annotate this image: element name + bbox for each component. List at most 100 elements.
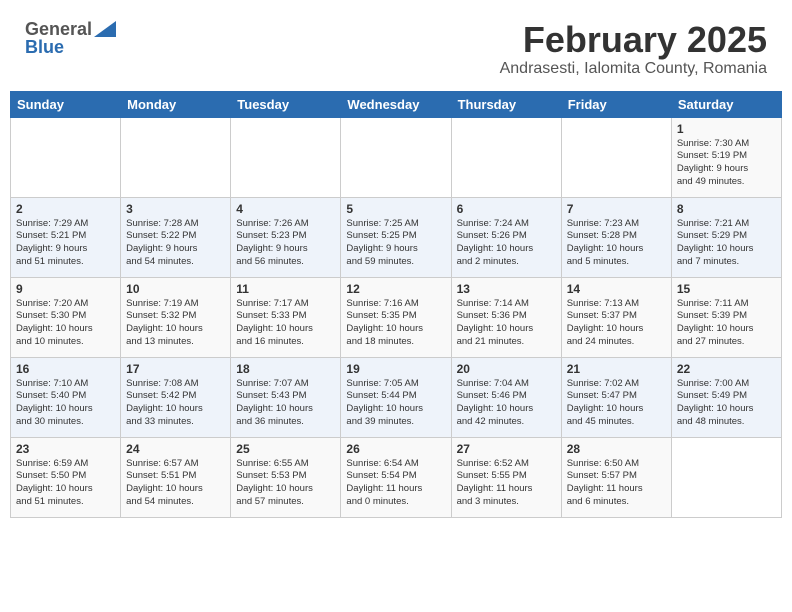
day-number: 4 (236, 202, 335, 216)
calendar-cell: 12 Sunrise: 7:16 AM Sunset: 5:35 PM Dayli… (341, 277, 451, 357)
day-info: Sunrise: 7:04 AM Sunset: 5:46 PM Dayligh… (457, 378, 556, 429)
weekday-header-sunday: Sunday (11, 91, 121, 117)
day-number: 12 (346, 282, 445, 296)
day-number: 17 (126, 362, 225, 376)
calendar-cell: 8 Sunrise: 7:21 AM Sunset: 5:29 PM Daylig… (671, 197, 781, 277)
calendar-cell: 22 Sunrise: 7:00 AM Sunset: 5:49 PM Dayli… (671, 357, 781, 437)
calendar-cell (561, 117, 671, 197)
day-number: 23 (16, 442, 115, 456)
calendar-cell: 5 Sunrise: 7:25 AM Sunset: 5:25 PM Daylig… (341, 197, 451, 277)
calendar-cell: 11 Sunrise: 7:17 AM Sunset: 5:33 PM Dayli… (231, 277, 341, 357)
calendar-cell: 19Sunrise: 7:05 AM Sunset: 5:44 PM Dayli… (341, 357, 451, 437)
logo: General Blue (25, 20, 116, 56)
day-number: 18 (236, 362, 335, 376)
calendar-cell: 4 Sunrise: 7:26 AM Sunset: 5:23 PM Daylig… (231, 197, 341, 277)
day-number: 27 (457, 442, 556, 456)
day-info: Sunrise: 7:13 AM Sunset: 5:37 PM Dayligh… (567, 298, 666, 349)
day-info: Sunrise: 6:52 AM Sunset: 5:55 PM Dayligh… (457, 458, 556, 509)
day-number: 6 (457, 202, 556, 216)
day-info: Sunrise: 7:00 AM Sunset: 5:49 PM Dayligh… (677, 378, 776, 429)
day-number: 2 (16, 202, 115, 216)
day-info: Sunrise: 7:23 AM Sunset: 5:28 PM Dayligh… (567, 218, 666, 269)
day-info: Sunrise: 6:59 AM Sunset: 5:50 PM Dayligh… (16, 458, 115, 509)
day-info: Sunrise: 7:07 AM Sunset: 5:43 PM Dayligh… (236, 378, 335, 429)
day-number: 11 (236, 282, 335, 296)
weekday-header-saturday: Saturday (671, 91, 781, 117)
day-info: Sunrise: 7:14 AM Sunset: 5:36 PM Dayligh… (457, 298, 556, 349)
weekday-header-tuesday: Tuesday (231, 91, 341, 117)
calendar-cell: 9 Sunrise: 7:20 AM Sunset: 5:30 PM Daylig… (11, 277, 121, 357)
calendar-table: SundayMondayTuesdayWednesdayThursdayFrid… (10, 91, 782, 518)
calendar-cell: 25 Sunrise: 6:55 AM Sunset: 5:53 PM Dayli… (231, 437, 341, 517)
calendar-cell (341, 117, 451, 197)
day-info: Sunrise: 7:21 AM Sunset: 5:29 PM Dayligh… (677, 218, 776, 269)
calendar-cell: 17Sunrise: 7:08 AM Sunset: 5:42 PM Dayli… (121, 357, 231, 437)
day-info: Sunrise: 7:11 AM Sunset: 5:39 PM Dayligh… (677, 298, 776, 349)
day-number: 21 (567, 362, 666, 376)
calendar-cell: 1 Sunrise: 7:30 AM Sunset: 5:19 PM Daylig… (671, 117, 781, 197)
calendar-cell: 14 Sunrise: 7:13 AM Sunset: 5:37 PM Dayli… (561, 277, 671, 357)
day-info: Sunrise: 7:29 AM Sunset: 5:21 PM Dayligh… (16, 218, 115, 269)
day-number: 26 (346, 442, 445, 456)
calendar-cell (451, 117, 561, 197)
calendar-cell (671, 437, 781, 517)
location: Andrasesti, Ialomita County, Romania (500, 60, 767, 78)
day-number: 10 (126, 282, 225, 296)
weekday-header-friday: Friday (561, 91, 671, 117)
calendar-week-4: 16Sunrise: 7:10 AM Sunset: 5:40 PM Dayli… (11, 357, 782, 437)
title-area: February 2025 Andrasesti, Ialomita Count… (500, 20, 767, 78)
calendar-cell: 7 Sunrise: 7:23 AM Sunset: 5:28 PM Daylig… (561, 197, 671, 277)
page-header: General Blue February 2025 Andrasesti, I… (10, 10, 782, 83)
day-number: 8 (677, 202, 776, 216)
calendar-week-1: 1 Sunrise: 7:30 AM Sunset: 5:19 PM Daylig… (11, 117, 782, 197)
day-number: 14 (567, 282, 666, 296)
calendar-cell: 20Sunrise: 7:04 AM Sunset: 5:46 PM Dayli… (451, 357, 561, 437)
day-info: Sunrise: 7:05 AM Sunset: 5:44 PM Dayligh… (346, 378, 445, 429)
calendar-cell: 23 Sunrise: 6:59 AM Sunset: 5:50 PM Dayli… (11, 437, 121, 517)
calendar-cell: 26Sunrise: 6:54 AM Sunset: 5:54 PM Dayli… (341, 437, 451, 517)
day-number: 5 (346, 202, 445, 216)
day-number: 25 (236, 442, 335, 456)
calendar-week-5: 23 Sunrise: 6:59 AM Sunset: 5:50 PM Dayli… (11, 437, 782, 517)
day-info: Sunrise: 7:26 AM Sunset: 5:23 PM Dayligh… (236, 218, 335, 269)
day-number: 3 (126, 202, 225, 216)
calendar-cell (231, 117, 341, 197)
calendar-cell: 28 Sunrise: 6:50 AM Sunset: 5:57 PM Dayli… (561, 437, 671, 517)
day-info: Sunrise: 7:24 AM Sunset: 5:26 PM Dayligh… (457, 218, 556, 269)
day-number: 16 (16, 362, 115, 376)
day-info: Sunrise: 7:19 AM Sunset: 5:32 PM Dayligh… (126, 298, 225, 349)
calendar-cell: 18 Sunrise: 7:07 AM Sunset: 5:43 PM Dayli… (231, 357, 341, 437)
day-number: 24 (126, 442, 225, 456)
calendar-cell: 2 Sunrise: 7:29 AM Sunset: 5:21 PM Daylig… (11, 197, 121, 277)
day-info: Sunrise: 7:30 AM Sunset: 5:19 PM Dayligh… (677, 138, 776, 189)
calendar-cell: 24Sunrise: 6:57 AM Sunset: 5:51 PM Dayli… (121, 437, 231, 517)
calendar-cell: 6 Sunrise: 7:24 AM Sunset: 5:26 PM Daylig… (451, 197, 561, 277)
day-info: Sunrise: 7:02 AM Sunset: 5:47 PM Dayligh… (567, 378, 666, 429)
logo-general-text: General (25, 20, 92, 38)
day-number: 13 (457, 282, 556, 296)
day-info: Sunrise: 7:25 AM Sunset: 5:25 PM Dayligh… (346, 218, 445, 269)
day-number: 7 (567, 202, 666, 216)
day-number: 15 (677, 282, 776, 296)
day-info: Sunrise: 6:50 AM Sunset: 5:57 PM Dayligh… (567, 458, 666, 509)
calendar-cell: 10 Sunrise: 7:19 AM Sunset: 5:32 PM Dayli… (121, 277, 231, 357)
calendar-cell: 16Sunrise: 7:10 AM Sunset: 5:40 PM Dayli… (11, 357, 121, 437)
day-info: Sunrise: 6:55 AM Sunset: 5:53 PM Dayligh… (236, 458, 335, 509)
calendar-week-2: 2 Sunrise: 7:29 AM Sunset: 5:21 PM Daylig… (11, 197, 782, 277)
calendar-cell: 21 Sunrise: 7:02 AM Sunset: 5:47 PM Dayli… (561, 357, 671, 437)
day-number: 1 (677, 122, 776, 136)
calendar-cell: 27 Sunrise: 6:52 AM Sunset: 5:55 PM Dayli… (451, 437, 561, 517)
calendar-cell (11, 117, 121, 197)
calendar-cell: 3Sunrise: 7:28 AM Sunset: 5:22 PM Daylig… (121, 197, 231, 277)
day-number: 28 (567, 442, 666, 456)
day-number: 9 (16, 282, 115, 296)
month-title: February 2025 (500, 20, 767, 60)
weekday-header-row: SundayMondayTuesdayWednesdayThursdayFrid… (11, 91, 782, 117)
weekday-header-monday: Monday (121, 91, 231, 117)
day-number: 22 (677, 362, 776, 376)
day-info: Sunrise: 7:17 AM Sunset: 5:33 PM Dayligh… (236, 298, 335, 349)
day-info: Sunrise: 7:16 AM Sunset: 5:35 PM Dayligh… (346, 298, 445, 349)
logo-blue-text: Blue (25, 38, 64, 56)
day-info: Sunrise: 7:20 AM Sunset: 5:30 PM Dayligh… (16, 298, 115, 349)
calendar-cell (121, 117, 231, 197)
